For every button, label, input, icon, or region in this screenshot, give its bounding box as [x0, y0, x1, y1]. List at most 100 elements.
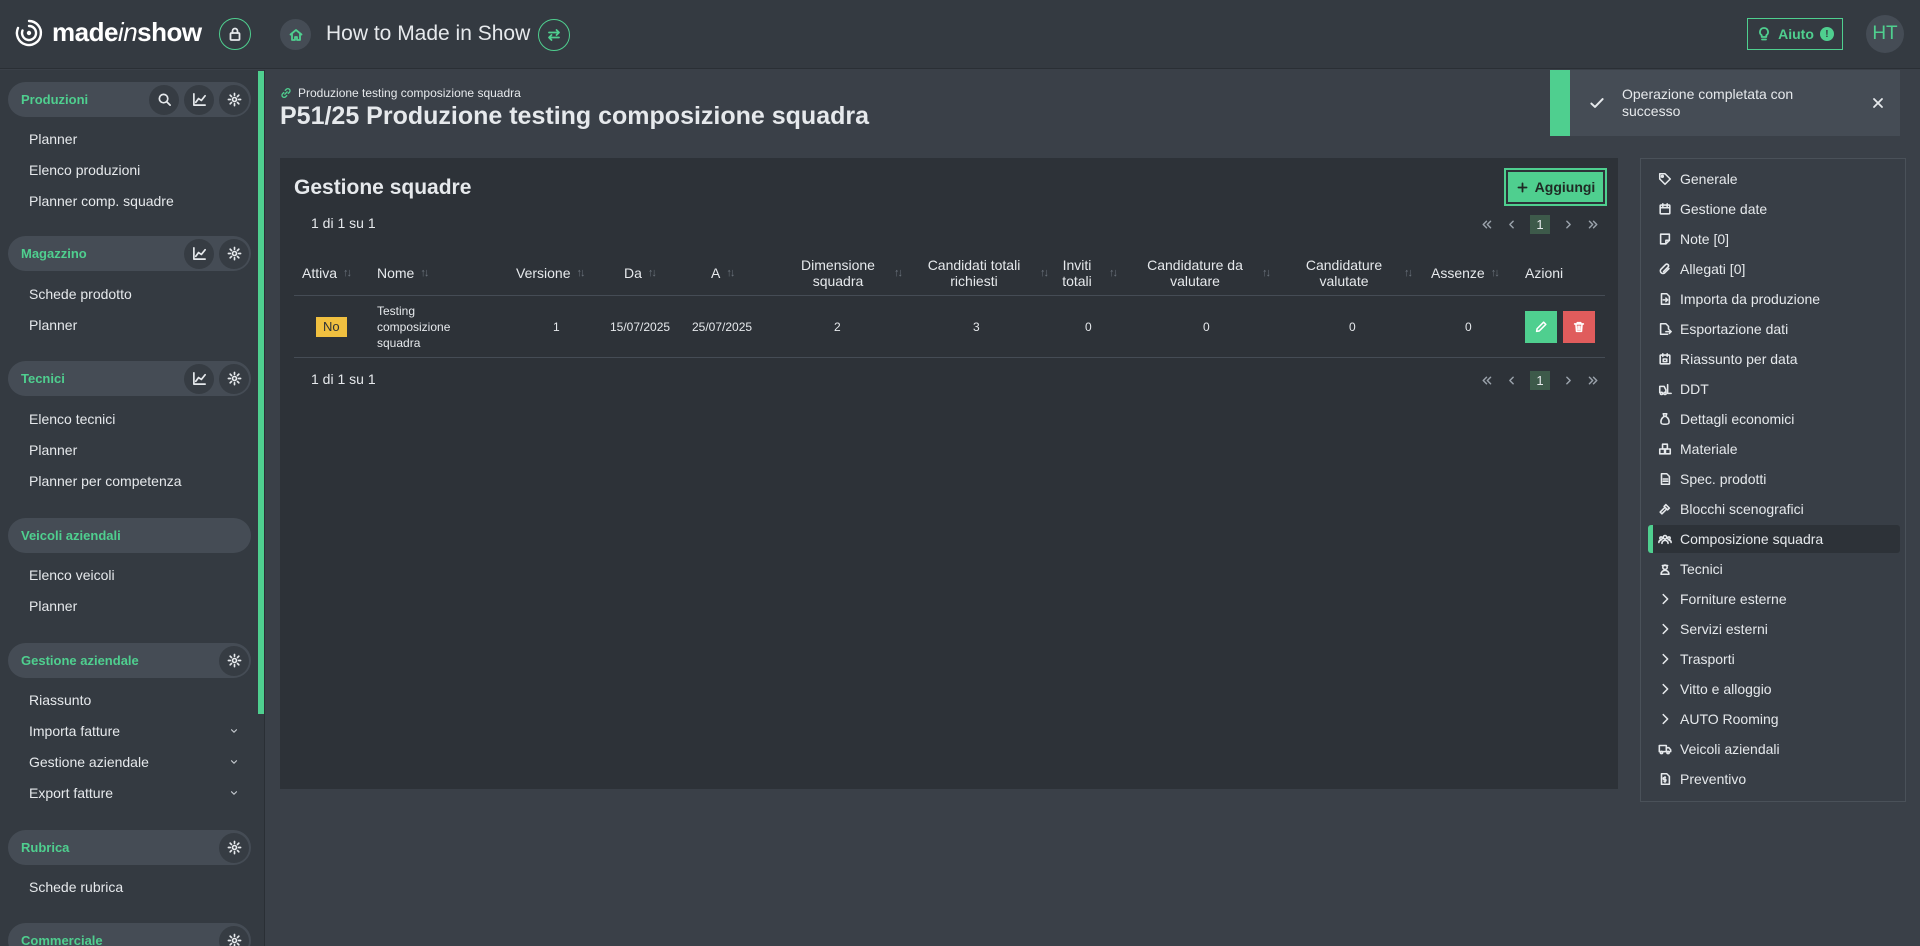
sidebar-item-schede-rubrica[interactable]: Schede rubrica — [29, 879, 239, 895]
logo[interactable]: madeinshow — [14, 17, 202, 48]
first-page-icon[interactable] — [1480, 218, 1493, 231]
column-header-assenze[interactable]: Assenze ↑↓ — [1431, 250, 1500, 296]
menu-item-composizione-squadra[interactable]: Composizione squadra — [1648, 525, 1900, 553]
column-header-attiva[interactable]: Attiva ↑↓ — [302, 250, 352, 296]
gear-icon[interactable] — [219, 84, 249, 115]
sidebar-section-rubrica[interactable]: Rubrica — [8, 830, 251, 865]
edit-button[interactable] — [1525, 311, 1557, 343]
sidebar-section-gestione-aziendale[interactable]: Gestione aziendale — [8, 643, 251, 678]
home-button[interactable] — [280, 19, 311, 50]
sidebar-item-schede-prodotto[interactable]: Schede prodotto — [29, 286, 239, 302]
hammer-icon — [1658, 502, 1672, 516]
sidebar-item-elenco-tecnici[interactable]: Elenco tecnici — [29, 411, 239, 427]
close-icon[interactable] — [1870, 95, 1886, 111]
menu-item-blocchi-scenografici[interactable]: Blocchi scenografici — [1658, 495, 1898, 523]
menu-item-dettagli-economici[interactable]: Dettagli economici — [1658, 405, 1898, 433]
record-count-top: 1 di 1 su 1 — [311, 215, 376, 231]
sidebar-item-planner[interactable]: Planner — [29, 598, 239, 614]
gear-icon[interactable] — [219, 645, 249, 676]
sidebar-section-produzioni[interactable]: Produzioni — [8, 82, 251, 117]
switch-button[interactable] — [538, 19, 570, 51]
sidebar-item-riassunto[interactable]: Riassunto — [29, 692, 239, 708]
menu-item-preventivo[interactable]: Preventivo — [1658, 765, 1898, 793]
menu-item-servizi-esterni[interactable]: Servizi esterni — [1658, 615, 1898, 643]
column-header-candidature-valutate[interactable]: Candidature valutate ↑↓ — [1290, 250, 1413, 296]
sidebar-scrollbar[interactable] — [258, 71, 264, 714]
tag-icon — [1658, 172, 1672, 186]
logo-icon — [14, 18, 44, 48]
delete-button[interactable] — [1563, 311, 1595, 343]
gear-icon[interactable] — [219, 238, 249, 269]
sidebar-item-planner[interactable]: Planner — [29, 442, 239, 458]
sidebar-item-planner-per-competenza[interactable]: Planner per competenza — [29, 473, 239, 489]
chart-icon[interactable] — [184, 363, 214, 394]
menu-item-forniture-esterne[interactable]: Forniture esterne — [1658, 585, 1898, 613]
next-page-icon[interactable] — [1562, 218, 1575, 231]
next-page-icon[interactable] — [1562, 374, 1575, 387]
sidebar-section-tecnici[interactable]: Tecnici — [8, 361, 251, 396]
section-title: Rubrica — [21, 840, 70, 855]
last-page-icon[interactable] — [1587, 218, 1600, 231]
menu-item-spec-prodotti[interactable]: Spec. prodotti — [1658, 465, 1898, 493]
menu-item-tecnici[interactable]: Tecnici — [1658, 555, 1898, 583]
page-number-button[interactable]: 1 — [1530, 215, 1550, 234]
add-button[interactable]: Aggiungi — [1504, 168, 1607, 206]
sidebar-item-planner[interactable]: Planner — [29, 317, 239, 333]
menu-item-allegati[interactable]: Allegati [0] — [1658, 255, 1898, 283]
chart-icon[interactable] — [184, 84, 214, 115]
menu-item-auto-rooming[interactable]: AUTO Rooming — [1658, 705, 1898, 733]
search-icon[interactable] — [149, 84, 179, 115]
menu-item-vitto-e-alloggio[interactable]: Vitto e alloggio — [1658, 675, 1898, 703]
page-number-button[interactable]: 1 — [1530, 371, 1550, 390]
cell-candidati: 3 — [973, 320, 980, 334]
sidebar-section-magazzino[interactable]: Magazzino — [8, 236, 251, 271]
sidebar-section-veicoli-aziendali[interactable]: Veicoli aziendali — [8, 518, 251, 553]
menu-item-esportazione-dati[interactable]: Esportazione dati — [1658, 315, 1898, 343]
menu-item-trasporti[interactable]: Trasporti — [1658, 645, 1898, 673]
column-header-nome[interactable]: Nome ↑↓ — [377, 250, 429, 296]
avatar[interactable]: HT — [1866, 15, 1904, 53]
sidebar-item-importa-fatture[interactable]: Importa fatture — [29, 723, 239, 739]
gear-icon[interactable] — [219, 363, 249, 394]
help-button[interactable]: Aiuto ! — [1747, 18, 1843, 50]
menu-item-ddt[interactable]: DDT — [1658, 375, 1898, 403]
column-header-da[interactable]: Da ↑↓ — [624, 250, 657, 296]
column-header-a[interactable]: A ↑↓ — [711, 250, 735, 296]
breadcrumb[interactable]: Produzione testing composizione squadra — [280, 86, 521, 100]
menu-item-importa-da-produzione[interactable]: Importa da produzione — [1658, 285, 1898, 313]
column-header-candidature-da-valutare[interactable]: Candidature da valutare ↑↓ — [1134, 250, 1271, 296]
prev-page-icon[interactable] — [1505, 218, 1518, 231]
column-header-versione[interactable]: Versione ↑↓ — [516, 250, 585, 296]
sidebar-item-export-fatture[interactable]: Export fatture — [29, 785, 239, 801]
cell-valutate: 0 — [1349, 320, 1356, 334]
card-title: Gestione squadre — [294, 176, 472, 199]
logo-text: madeinshow — [52, 17, 202, 47]
sort-icon: ↑↓ — [343, 267, 352, 279]
menu-item-materiale[interactable]: Materiale — [1658, 435, 1898, 463]
sidebar-item-elenco-veicoli[interactable]: Elenco veicoli — [29, 567, 239, 583]
gear-icon[interactable] — [219, 925, 249, 946]
column-header-inviti-totali[interactable]: Inviti totali ↑↓ — [1051, 250, 1118, 296]
lock-button[interactable] — [219, 18, 251, 50]
menu-item-veicoli-aziendali[interactable]: Veicoli aziendali — [1658, 735, 1898, 763]
status-badge: No — [316, 317, 347, 337]
menu-item-riassunto-per-data[interactable]: Riassunto per data — [1658, 345, 1898, 373]
lock-icon — [227, 26, 243, 42]
production-side-menu: Generale Gestione date Note [0] Allegati… — [1640, 158, 1906, 802]
teams-card: Gestione squadre Aggiungi 1 di 1 su 1 1 … — [280, 158, 1618, 789]
sidebar-section-commerciale[interactable]: Commerciale — [8, 923, 251, 946]
chart-icon[interactable] — [184, 238, 214, 269]
menu-item-note[interactable]: Note [0] — [1658, 225, 1898, 253]
menu-item-gestione-date[interactable]: Gestione date — [1658, 195, 1898, 223]
menu-item-generale[interactable]: Generale — [1658, 165, 1898, 193]
sidebar-item-planner[interactable]: Planner — [29, 131, 239, 147]
last-page-icon[interactable] — [1587, 374, 1600, 387]
prev-page-icon[interactable] — [1505, 374, 1518, 387]
sidebar-item-gestione-aziendale[interactable]: Gestione aziendale — [29, 754, 239, 770]
column-header-dimensione-squadra[interactable]: Dimensione squadra ↑↓ — [788, 250, 903, 296]
sidebar-item-elenco-produzioni[interactable]: Elenco produzioni — [29, 162, 239, 178]
gear-icon[interactable] — [219, 832, 249, 863]
column-header-candidati-totali[interactable]: Candidati totali richiesti ↑↓ — [914, 250, 1049, 296]
first-page-icon[interactable] — [1480, 374, 1493, 387]
sidebar-item-planner-comp-squadre[interactable]: Planner comp. squadre — [29, 193, 239, 209]
